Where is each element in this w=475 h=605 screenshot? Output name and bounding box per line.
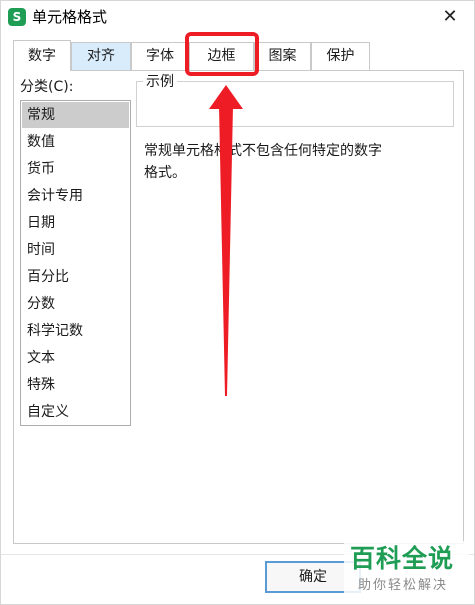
category-item-number[interactable]: 数值 [22, 129, 129, 155]
category-item-general[interactable]: 常规 [22, 102, 129, 128]
category-item-text[interactable]: 文本 [22, 345, 129, 371]
category-label: 分类(C): [20, 79, 74, 95]
category-item-currency[interactable]: 货币 [22, 156, 129, 182]
category-item-time[interactable]: 时间 [22, 237, 129, 263]
category-list[interactable]: 常规 数值 货币 会计专用 日期 时间 百分比 分数 科学记数 文本 特殊 自定… [20, 100, 131, 426]
tab-border[interactable]: 边框 [189, 42, 254, 70]
number-tab-panel: 分类(C): 常规 数值 货币 会计专用 日期 时间 百分比 分数 科学记数 文… [13, 70, 464, 544]
category-item-scientific[interactable]: 科学记数 [22, 318, 129, 344]
dialog-title: 单元格格式 [32, 8, 108, 26]
example-group: 示例 [136, 73, 454, 127]
title-bar: S 单元格格式 ✕ [1, 1, 474, 35]
tab-alignment[interactable]: 对齐 [71, 42, 131, 70]
format-description: 常规单元格格式不包含任何特定的数字 格式。 [144, 140, 424, 184]
tab-number[interactable]: 数字 [13, 40, 71, 71]
description-line-2: 格式。 [144, 165, 186, 181]
description-line-1: 常规单元格格式不包含任何特定的数字 [144, 143, 382, 159]
close-icon[interactable]: ✕ [438, 5, 462, 29]
wps-spreadsheet-icon: S [8, 8, 26, 26]
watermark-slogan: 助你轻松解决 [358, 578, 449, 593]
category-item-custom[interactable]: 自定义 [22, 399, 129, 425]
category-item-special[interactable]: 特殊 [22, 372, 129, 398]
category-item-date[interactable]: 日期 [22, 210, 129, 236]
watermark: 百科全说 助你轻松解决 [344, 541, 469, 601]
format-cells-dialog: S 单元格格式 ✕ 数字 对齐 字体 边框 图案 保护 分类(C): 常规 数值… [0, 0, 475, 605]
tab-font[interactable]: 字体 [131, 42, 189, 70]
tab-protection[interactable]: 保护 [311, 42, 370, 70]
tab-patterns[interactable]: 图案 [254, 42, 311, 70]
example-legend: 示例 [143, 73, 177, 91]
category-item-accounting[interactable]: 会计专用 [22, 183, 129, 209]
category-item-fraction[interactable]: 分数 [22, 291, 129, 317]
watermark-logo-text: 百科全说 [350, 544, 455, 573]
category-item-percentage[interactable]: 百分比 [22, 264, 129, 290]
